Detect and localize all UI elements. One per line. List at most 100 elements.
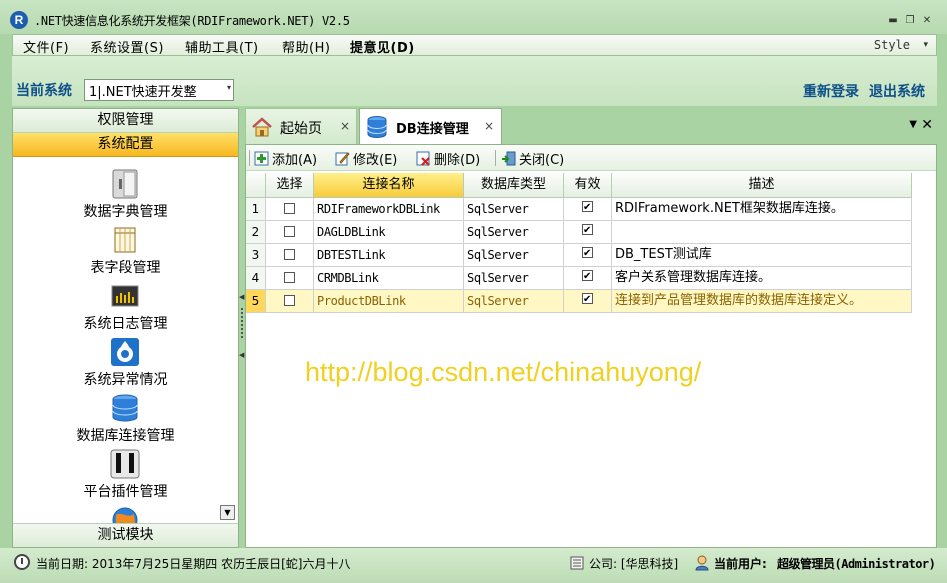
link-name-cell[interactable]: RDIFrameworkDBLink — [314, 198, 464, 221]
splitter-grip[interactable] — [241, 308, 243, 338]
nav-item-table-field[interactable]: 表字段管理 — [13, 219, 238, 276]
nav-scroll-down-button[interactable]: ▼ — [220, 505, 235, 520]
current-system-select[interactable]: 1|.NET快速开发整 ▾ — [84, 79, 234, 101]
description-cell[interactable]: 客户关系管理数据库连接。 — [612, 267, 912, 290]
header-description[interactable]: 描述 — [612, 173, 912, 198]
header-valid[interactable]: 有效 — [564, 173, 612, 198]
relogin-link[interactable]: 重新登录 — [803, 81, 859, 101]
tab-list-dropdown-icon[interactable]: ▼ — [909, 119, 917, 130]
menu-feedback[interactable]: 提意见(D) — [350, 37, 415, 56]
system-bar: 当前系统 1|.NET快速开发整 ▾ 重新登录 退出系统 — [12, 56, 937, 106]
select-checkbox[interactable] — [284, 295, 295, 306]
toolbar: 添加(A) 修改(E) 删除(D) 关闭(C) — [246, 145, 936, 171]
database-icon — [112, 394, 138, 422]
db-type-cell[interactable]: SqlServer — [464, 267, 564, 290]
nav-item-exception[interactable]: 系统异常情况 — [13, 331, 238, 388]
valid-cell[interactable] — [564, 198, 612, 221]
select-cell[interactable] — [266, 198, 314, 221]
nav-item-dictionary[interactable]: 数据字典管理 — [13, 163, 238, 220]
close-icon[interactable]: × — [340, 119, 350, 133]
valid-checkbox[interactable] — [582, 221, 593, 242]
status-date: 当前日期: 2013年7月25日星期四 农历壬辰日[蛇]六月十八 — [36, 557, 351, 571]
nav-item-log[interactable]: 系统日志管理 — [13, 275, 238, 332]
row-number: 4 — [246, 267, 266, 290]
window-title: .NET快速信息化系统开发框架(RDIFramework.NET) V2.5 — [34, 14, 350, 28]
chevron-down-icon[interactable]: ▾ — [227, 83, 231, 92]
nav-item-label: 数据字典管理 — [83, 204, 168, 220]
db-type-cell[interactable]: SqlServer — [464, 290, 564, 313]
select-checkbox[interactable] — [284, 249, 295, 260]
link-name-cell[interactable]: DAGLDBLink — [314, 221, 464, 244]
db-type-cell[interactable]: SqlServer — [464, 198, 564, 221]
row-number: 2 — [246, 221, 266, 244]
nav-item-globe[interactable] — [13, 499, 238, 523]
header-link-name[interactable]: 连接名称 — [314, 173, 464, 198]
toolbar-grip — [249, 150, 250, 166]
select-cell[interactable] — [266, 290, 314, 313]
header-select[interactable]: 选择 — [266, 173, 314, 198]
valid-cell[interactable] — [564, 221, 612, 244]
link-name-cell[interactable]: ProductDBLink — [314, 290, 464, 313]
nav-item-database[interactable]: 数据库连接管理 — [13, 387, 238, 444]
nav-item-plugin[interactable]: 平台插件管理 — [13, 443, 238, 500]
nav-permission-header[interactable]: 权限管理 — [13, 109, 238, 133]
valid-checkbox[interactable] — [582, 198, 593, 219]
plugin-icon — [110, 449, 140, 479]
valid-cell[interactable] — [564, 267, 612, 290]
content-panel: 添加(A) 修改(E) 删除(D) 关闭(C) 选择 连接名称 数据库类型 有效 描述 1 — [245, 144, 937, 548]
description-cell[interactable]: DB_TEST测试库 — [612, 244, 912, 267]
menu-file[interactable]: 文件(F) — [23, 37, 69, 56]
select-checkbox[interactable] — [284, 272, 295, 283]
toolbar-separator — [495, 150, 496, 166]
nav-config-header[interactable]: 系统配置 — [13, 133, 238, 157]
exit-icon — [502, 151, 516, 166]
valid-cell[interactable] — [564, 244, 612, 267]
link-name-cell[interactable]: CRMDBLink — [314, 267, 464, 290]
edit-button[interactable]: 修改(E) — [335, 149, 411, 168]
delete-label: 删除(D) — [434, 153, 481, 168]
description-cell[interactable]: 连接到产品管理数据库的数据库连接定义。 — [612, 290, 912, 313]
status-user: 超级管理员(Administrator) — [777, 557, 936, 571]
chevron-down-icon[interactable]: ▾ — [923, 40, 928, 50]
description-cell[interactable] — [612, 221, 912, 244]
delete-button[interactable]: 删除(D) — [416, 149, 492, 168]
valid-checkbox[interactable] — [582, 290, 593, 311]
select-cell[interactable] — [266, 244, 314, 267]
valid-cell[interactable] — [564, 290, 612, 313]
db-type-cell[interactable]: SqlServer — [464, 221, 564, 244]
menu-help[interactable]: 帮助(H) — [282, 37, 330, 56]
select-checkbox[interactable] — [284, 226, 295, 237]
nav-item-label: 系统日志管理 — [83, 316, 168, 332]
valid-checkbox[interactable] — [582, 244, 593, 265]
exception-icon — [111, 338, 139, 366]
link-name-cell[interactable]: DBTESTLink — [314, 244, 464, 267]
row-number: 1 — [246, 198, 266, 221]
menu-system-settings[interactable]: 系统设置(S) — [90, 37, 164, 56]
row-number: 3 — [246, 244, 266, 267]
nav-item-label: 系统异常情况 — [83, 372, 168, 388]
user-icon — [695, 555, 709, 571]
header-db-type[interactable]: 数据库类型 — [464, 173, 564, 198]
select-cell[interactable] — [266, 221, 314, 244]
edit-label: 修改(E) — [353, 153, 398, 168]
db-type-cell[interactable]: SqlServer — [464, 244, 564, 267]
style-menu[interactable]: Style — [874, 38, 910, 52]
add-button[interactable]: 添加(A) — [254, 149, 332, 168]
minimize-icon[interactable]: ▬ — [886, 15, 900, 27]
nav-test-header[interactable]: 测试模块 — [13, 523, 238, 547]
exit-system-link[interactable]: 退出系统 — [869, 81, 925, 101]
select-checkbox[interactable] — [284, 203, 295, 214]
select-cell[interactable] — [266, 267, 314, 290]
tab-home[interactable]: 起始页 × — [245, 108, 357, 144]
home-icon — [252, 117, 272, 137]
close-icon[interactable]: × — [484, 119, 494, 133]
tab-label: 起始页 — [280, 121, 322, 137]
description-cell[interactable]: RDIFramework.NET框架数据库连接。 — [612, 198, 912, 221]
menu-tools[interactable]: 辅助工具(T) — [185, 37, 259, 56]
maximize-icon[interactable]: ❐ — [903, 15, 917, 27]
close-tab-icon[interactable]: ✕ — [921, 117, 933, 133]
tab-db-connection[interactable]: DB连接管理 × — [359, 108, 502, 145]
valid-checkbox[interactable] — [582, 267, 593, 288]
close-window-icon[interactable]: ✕ — [920, 15, 934, 27]
close-button[interactable]: 关闭(C) — [501, 149, 577, 168]
